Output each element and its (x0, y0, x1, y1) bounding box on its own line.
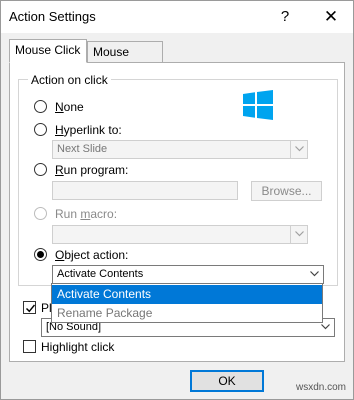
help-button[interactable]: ? (273, 6, 297, 28)
browse-button[interactable]: Browse... (251, 181, 322, 201)
radio-none[interactable] (34, 100, 47, 113)
window-title: Action Settings (9, 9, 96, 24)
chevron-down-icon[interactable] (290, 141, 307, 158)
radio-run-program[interactable] (34, 163, 47, 176)
title-bar: Action Settings ? ✕ (1, 1, 353, 33)
ok-button[interactable]: OK (190, 370, 264, 392)
highlight-click-checkbox[interactable] (23, 340, 36, 353)
label-none: None (55, 100, 84, 114)
tab-mouse-over[interactable]: Mouse Over (87, 41, 163, 79)
close-button[interactable]: ✕ (319, 6, 343, 28)
radio-hyperlink[interactable] (34, 123, 47, 136)
label-hyperlink: Hyperlink to: (55, 123, 122, 137)
highlight-click-label: Highlight click (41, 340, 115, 354)
program-path-input[interactable] (52, 181, 238, 200)
watermark: wsxdn.com (296, 382, 347, 393)
tab-mouse-click[interactable]: Mouse Click (9, 39, 87, 63)
group-legend: Action on click (28, 73, 111, 87)
play-sound-checkbox[interactable] (23, 301, 36, 314)
macro-combo[interactable] (52, 225, 308, 244)
windows-logo-icon (243, 90, 273, 120)
radio-object-action[interactable] (34, 248, 47, 261)
object-action-value: Activate Contents (57, 268, 144, 280)
object-action-dropdown-list[interactable]: Activate Contents Rename Package (51, 283, 323, 323)
radio-run-macro[interactable] (34, 207, 47, 220)
chevron-down-icon[interactable] (290, 226, 307, 243)
hyperlink-value: Next Slide (57, 143, 108, 155)
object-action-combo[interactable]: Activate Contents (52, 265, 324, 284)
label-object-action: Object action: (55, 248, 129, 262)
label-run-program: Run program: (55, 163, 129, 177)
hyperlink-combo[interactable]: Next Slide (52, 140, 308, 159)
dropdown-item-rename-package[interactable]: Rename Package (52, 304, 322, 323)
label-run-macro: Run macro: (55, 207, 118, 221)
dropdown-item-activate-contents[interactable]: Activate Contents (52, 285, 322, 304)
action-settings-dialog: Action Settings ? ✕ Mouse Click Mouse Ov… (0, 0, 354, 400)
chevron-down-icon[interactable] (306, 266, 323, 283)
